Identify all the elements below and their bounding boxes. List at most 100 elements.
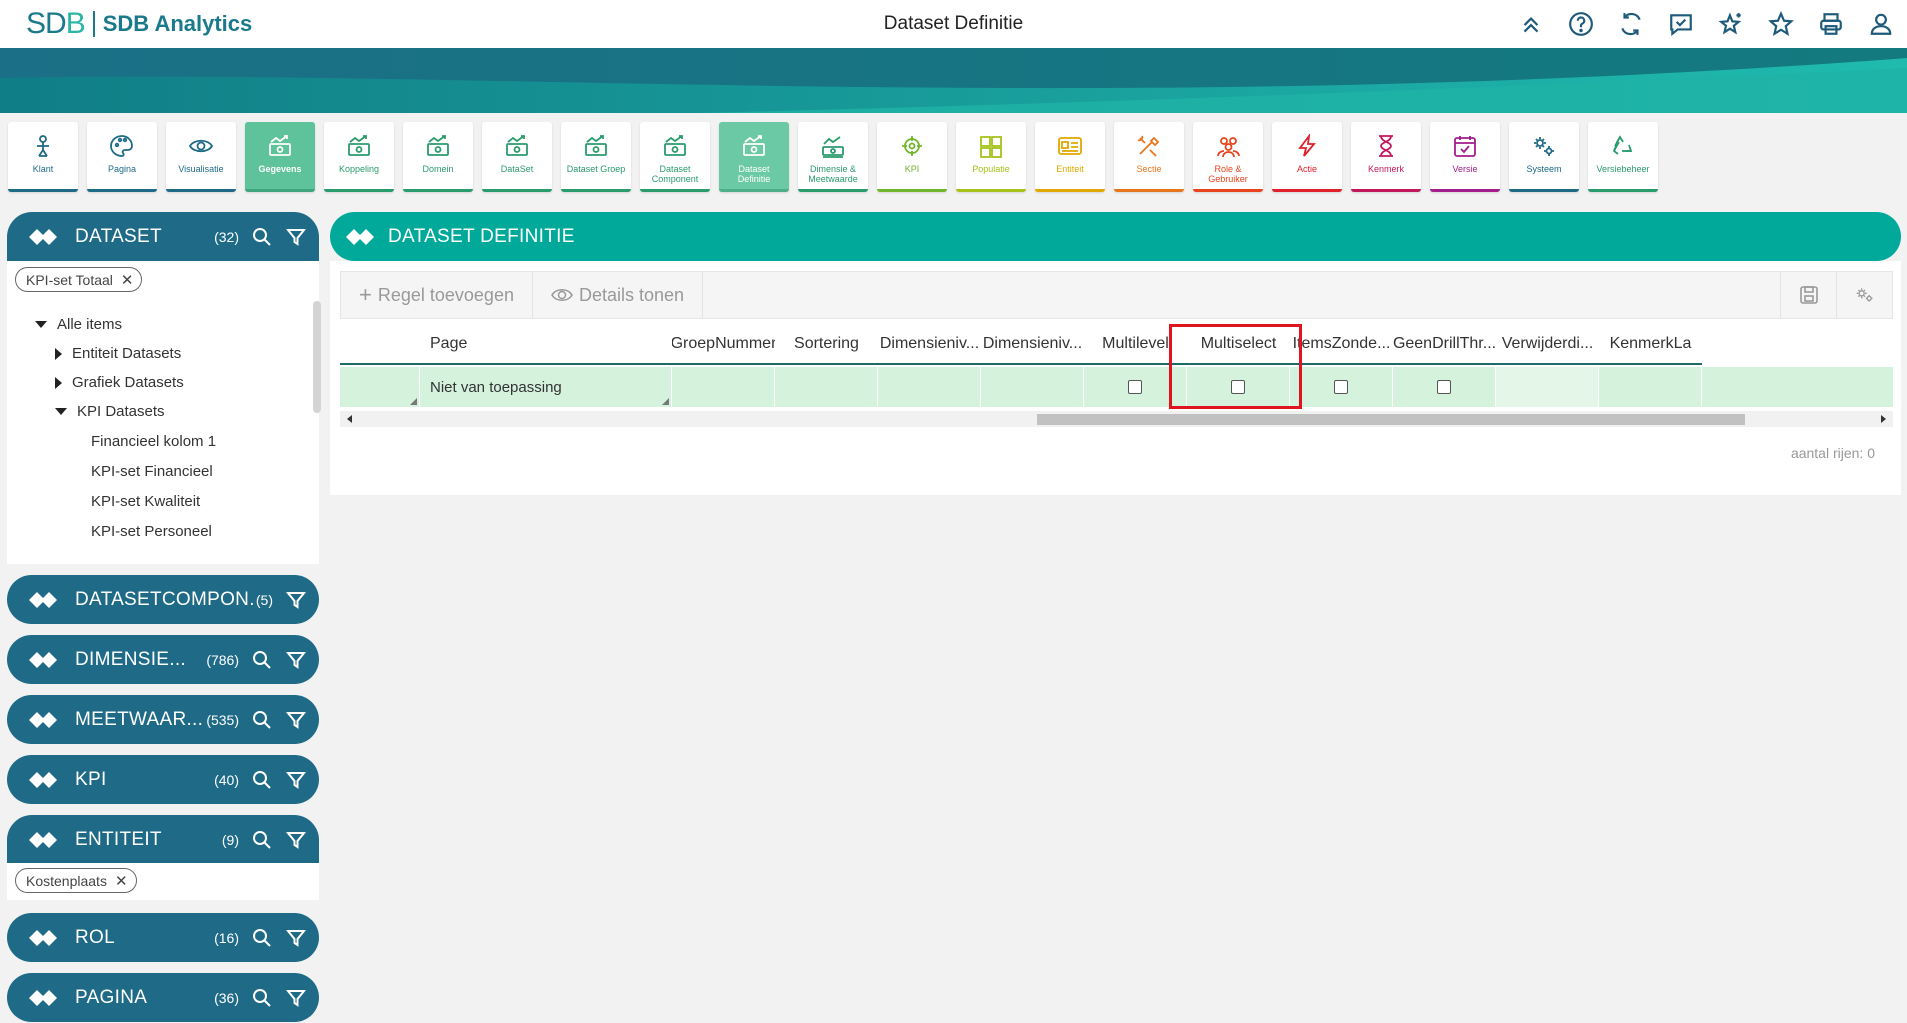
column-header-sortering[interactable]: Sortering <box>775 325 878 365</box>
tile-sectie[interactable]: Sectie <box>1114 122 1184 192</box>
tree-item-entiteit-datasets[interactable]: Entiteit Datasets <box>55 345 181 362</box>
tile-versiebeheer[interactable]: Versiebeheer <box>1588 122 1658 192</box>
table-cell[interactable] <box>1599 367 1702 407</box>
scrollbar-thumb[interactable] <box>1037 414 1745 425</box>
column-header-verwijderdi[interactable]: Verwijderdi... <box>1496 325 1599 365</box>
dataset-filter-chip[interactable]: KPI-set Totaal ✕ <box>15 267 143 292</box>
star-icon[interactable] <box>1765 8 1797 40</box>
checkbox-cell[interactable] <box>1084 367 1187 407</box>
tile-kpi[interactable]: KPI <box>877 122 947 192</box>
panel-header-dimensie[interactable]: DIMENSIE... (786) <box>7 635 319 684</box>
refresh-icon[interactable] <box>1615 8 1647 40</box>
column-header-geendrillthr[interactable]: GeenDrillThr... <box>1393 325 1496 365</box>
column-header-dimensieniv[interactable]: Dimensieniv... <box>981 325 1084 365</box>
tile-gegevens[interactable]: Gegevens <box>245 122 315 192</box>
column-header-itemszonde[interactable]: ItemsZonde... <box>1290 325 1393 365</box>
filter-icon[interactable] <box>285 589 307 611</box>
tile-pagina[interactable]: Pagina <box>87 122 157 192</box>
tile-domein[interactable]: Domein <box>403 122 473 192</box>
tree-leaf[interactable]: KPI-set Kwaliteit <box>91 493 200 510</box>
caret-down-icon[interactable] <box>55 408 67 415</box>
tile-systeem[interactable]: Systeem <box>1509 122 1579 192</box>
tile-dimensie-meetwaarde[interactable]: Dimensie & Meetwaarde <box>798 122 868 192</box>
table-cell[interactable] <box>878 367 981 407</box>
column-header-groepnummer[interactable]: GroepNummer <box>672 325 775 365</box>
checkbox-cell[interactable] <box>1393 367 1496 407</box>
filter-icon[interactable] <box>285 987 307 1009</box>
column-header-dimensieniv[interactable]: Dimensieniv... <box>878 325 981 365</box>
show-details-button[interactable]: Details tonen <box>533 272 704 318</box>
tile-dataset-groep[interactable]: Dataset Groep <box>561 122 631 192</box>
column-header-multilevel[interactable]: Multilevel <box>1084 325 1187 365</box>
filter-icon[interactable] <box>285 829 307 851</box>
tile-dataset[interactable]: DataSet <box>482 122 552 192</box>
help-icon[interactable] <box>1565 8 1597 40</box>
search-icon[interactable] <box>251 829 273 851</box>
tile-kenmerk[interactable]: Kenmerk <box>1351 122 1421 192</box>
column-header-kenmerkla[interactable]: KenmerkLa <box>1599 325 1702 365</box>
tree-leaf[interactable]: Financieel kolom 1 <box>91 433 216 450</box>
table-cell[interactable] <box>672 367 775 407</box>
close-icon[interactable]: ✕ <box>115 872 128 890</box>
table-row[interactable]: Niet van toepassing <box>340 367 1893 407</box>
chevrons-up-icon[interactable] <box>1515 8 1547 40</box>
filter-icon[interactable] <box>285 769 307 791</box>
tile-visualisatie[interactable]: Visualisatie <box>166 122 236 192</box>
search-icon[interactable] <box>251 226 273 248</box>
tile-dataset-component[interactable]: Dataset Component <box>640 122 710 192</box>
tile-role-gebruiker[interactable]: Role & Gebruiker <box>1193 122 1263 192</box>
tree-root[interactable]: Alle items <box>35 316 122 333</box>
caret-right-icon[interactable] <box>55 347 62 360</box>
scroll-left-arrow[interactable] <box>347 415 352 423</box>
add-row-button[interactable]: + Regel toevoegen <box>341 272 533 318</box>
tile-populatie[interactable]: Populatie <box>956 122 1026 192</box>
horizontal-scrollbar[interactable] <box>340 411 1893 427</box>
search-icon[interactable] <box>251 927 273 949</box>
tree-leaf[interactable]: KPI-set Personeel <box>91 523 212 540</box>
tree-item-kpi-datasets[interactable]: KPI Datasets <box>55 403 165 420</box>
checkbox-itemszonde[interactable] <box>1334 380 1348 394</box>
table-cell[interactable] <box>1496 367 1599 407</box>
filter-icon[interactable] <box>285 927 307 949</box>
checkbox-multiselect[interactable] <box>1231 380 1245 394</box>
entiteit-filter-chip[interactable]: Kostenplaats ✕ <box>15 868 137 893</box>
checkbox-multilevel[interactable] <box>1128 380 1142 394</box>
tile-entiteit[interactable]: Entiteit <box>1035 122 1105 192</box>
search-icon[interactable] <box>251 987 273 1009</box>
search-icon[interactable] <box>251 649 273 671</box>
user-icon[interactable] <box>1865 8 1897 40</box>
checkbox-cell[interactable] <box>1187 367 1290 407</box>
table-cell[interactable] <box>775 367 878 407</box>
panel-header-meetwaar[interactable]: MEETWAAR... (535) <box>7 695 319 744</box>
search-icon[interactable] <box>251 709 273 731</box>
tree-item-grafiek-datasets[interactable]: Grafiek Datasets <box>55 374 184 391</box>
scroll-right-arrow[interactable] <box>1881 415 1886 423</box>
checkbox-geendrillthr[interactable] <box>1437 380 1451 394</box>
column-header-page[interactable]: Page <box>420 325 672 365</box>
tree-leaf[interactable]: KPI-set Financieel <box>91 463 213 480</box>
print-icon[interactable] <box>1815 8 1847 40</box>
filter-icon[interactable] <box>285 649 307 671</box>
close-icon[interactable]: ✕ <box>121 271 134 289</box>
column-header-multiselect[interactable]: Multiselect <box>1187 325 1290 365</box>
table-cell[interactable] <box>981 367 1084 407</box>
panel-header-datasetcompon[interactable]: DATASETCOMPON... (5) <box>7 575 319 624</box>
row-handle-cell[interactable] <box>340 367 420 407</box>
caret-right-icon[interactable] <box>55 376 62 389</box>
settings-button[interactable] <box>1836 272 1892 318</box>
panel-header-dataset[interactable]: DATASET (32) <box>7 212 319 261</box>
save-button[interactable] <box>1780 272 1836 318</box>
checkbox-cell[interactable] <box>1290 367 1393 407</box>
filter-icon[interactable] <box>285 709 307 731</box>
tile-klant[interactable]: Klant <box>8 122 78 192</box>
tree-scrollbar[interactable] <box>313 301 321 413</box>
search-icon[interactable] <box>251 769 273 791</box>
panel-header-kpi[interactable]: KPI (40) <box>7 755 319 804</box>
tile-koppeling[interactable]: Koppeling <box>324 122 394 192</box>
panel-header-rol[interactable]: ROL (16) <box>7 913 319 962</box>
tile-dataset-definitie[interactable]: Dataset Definitie <box>719 122 789 192</box>
filter-icon[interactable] <box>285 226 307 248</box>
panel-header-pagina[interactable]: PAGINA (36) <box>7 973 319 1022</box>
app-logo[interactable]: SDB SDB Analytics <box>26 9 252 39</box>
panel-header-entiteit[interactable]: ENTITEIT (9) <box>7 815 319 864</box>
